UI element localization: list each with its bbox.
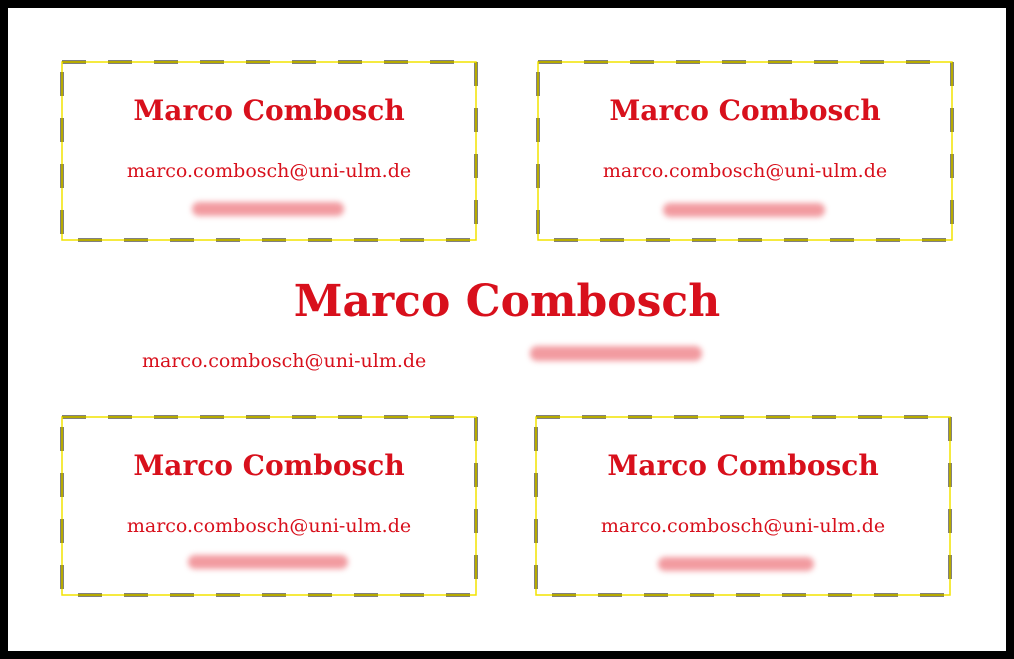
card-name: Marco Combosch — [609, 94, 881, 127]
redacted-phone-center — [530, 346, 702, 361]
card-email: marco.combosch@uni-ulm.de — [602, 160, 888, 182]
business-card-top-left: Marco Combosch marco.combosch@uni-ulm.de — [60, 60, 478, 242]
business-card-bottom-right: Marco Combosch marco.combosch@uni-ulm.de — [534, 415, 952, 597]
business-card-sheet: Marco Combosch marco.combosch@uni-ulm.de… — [0, 0, 1014, 659]
card-name: Marco Combosch — [607, 449, 879, 482]
business-card-top-right: Marco Combosch marco.combosch@uni-ulm.de — [536, 60, 954, 242]
redacted-phone — [188, 555, 348, 569]
redacted-phone — [658, 557, 814, 571]
center-email: marco.combosch@uni-ulm.de — [142, 350, 427, 372]
card-email: marco.combosch@uni-ulm.de — [126, 515, 412, 537]
card-email: marco.combosch@uni-ulm.de — [600, 515, 886, 537]
card-name: Marco Combosch — [133, 94, 405, 127]
card-email: marco.combosch@uni-ulm.de — [126, 160, 412, 182]
center-name: Marco Combosch — [293, 276, 721, 327]
redacted-phone — [192, 202, 344, 216]
redacted-phone — [663, 203, 825, 217]
business-card-bottom-left: Marco Combosch marco.combosch@uni-ulm.de — [60, 415, 478, 597]
card-name: Marco Combosch — [133, 449, 405, 482]
